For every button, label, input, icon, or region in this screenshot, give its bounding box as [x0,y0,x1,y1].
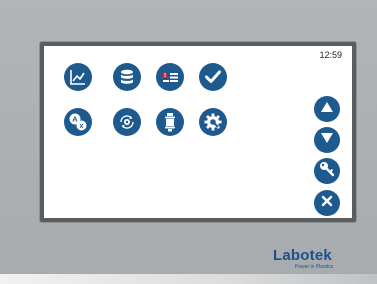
scroll-up-button[interactable] [314,96,340,122]
arrow-down-icon [319,130,335,151]
line-chart-icon [69,68,87,86]
touch-screen: 12:59 A x [44,46,352,218]
scroll-down-button[interactable] [314,127,340,153]
brand-tagline: Power in Plastics [295,264,334,270]
clock: 12:59 [319,50,342,60]
cycle-gear-icon [117,112,137,132]
alarm-list-icon [160,68,180,86]
cycle-settings-button[interactable] [113,108,141,136]
settings-icon [203,112,223,132]
login-key-button[interactable] [314,158,340,184]
svg-text:x: x [80,123,84,130]
database-icon [118,68,136,86]
database-button[interactable] [113,63,141,91]
brand-name: Labotek [273,247,332,264]
key-icon [318,160,336,183]
trend-chart-button[interactable] [64,63,92,91]
confirm-button[interactable] [199,63,227,91]
labotek-logo: Labotek Power in Plastics [273,248,363,272]
device-icon [161,112,179,132]
housing-bottom-edge [0,274,377,284]
close-button[interactable] [314,190,340,216]
device-button[interactable] [156,108,184,136]
svg-text:A: A [72,115,78,124]
device-housing: 12:59 A x Labotek Power in Plastics [0,0,377,284]
checkmark-icon [204,68,222,86]
close-icon [320,194,334,213]
arrow-up-icon [319,99,335,120]
alarm-list-button[interactable] [156,63,184,91]
service-settings-button[interactable] [199,108,227,136]
language-button[interactable]: A x [64,108,92,136]
language-icon: A x [68,112,88,132]
